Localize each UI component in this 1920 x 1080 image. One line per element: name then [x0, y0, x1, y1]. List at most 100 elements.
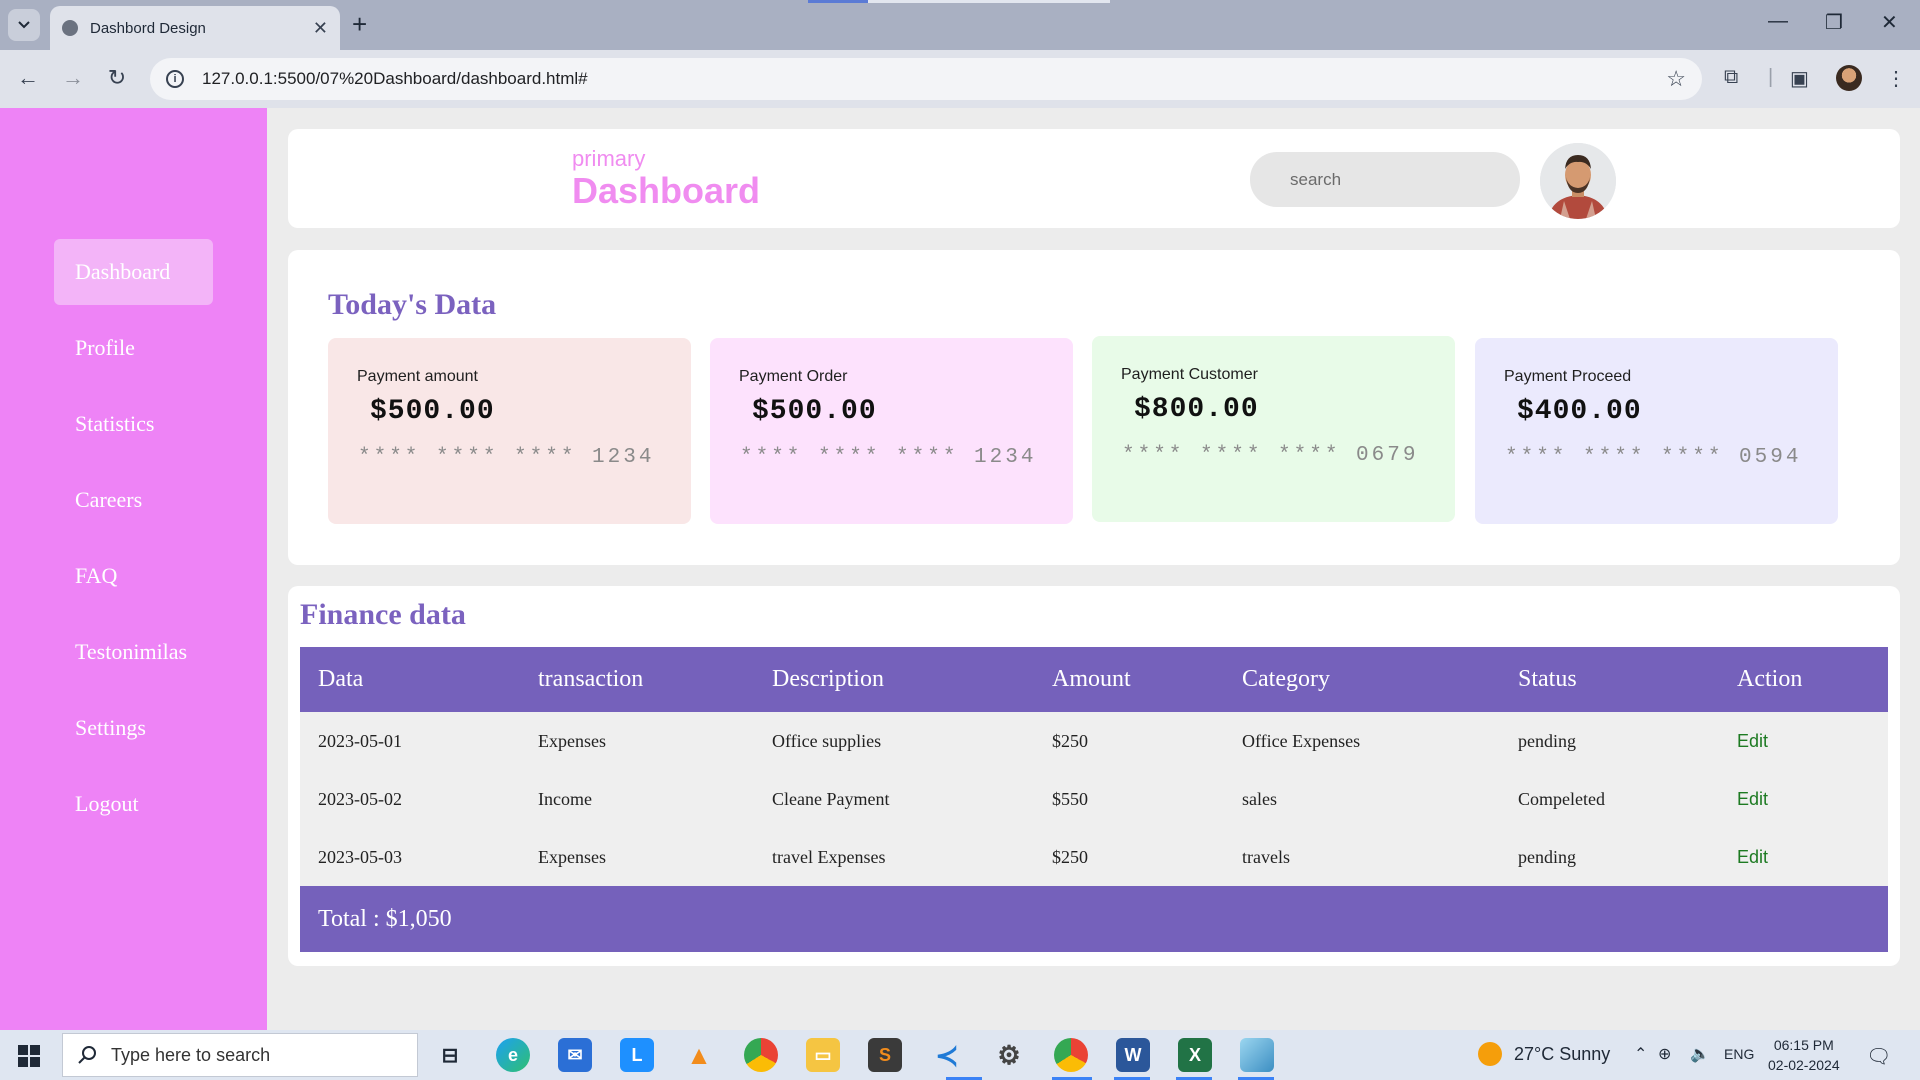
forward-icon[interactable]: → — [59, 65, 87, 91]
sidebar-item-careers[interactable]: Careers — [54, 467, 213, 533]
column-header: Category — [1242, 666, 1330, 692]
clock-time: 06:15 PM — [1773, 1037, 1834, 1053]
restore-icon[interactable]: ❐ — [1825, 10, 1843, 35]
card-amount: $500.00 — [752, 396, 877, 427]
menu-icon[interactable]: ⋮ — [1886, 66, 1906, 91]
extensions-icon[interactable]: ⧉ — [1724, 66, 1738, 89]
card-label: Payment Customer — [1121, 366, 1258, 383]
info-icon[interactable]: i — [166, 70, 184, 88]
language-indicator[interactable]: ENG — [1724, 1046, 1754, 1062]
column-header: Status — [1518, 666, 1577, 692]
table-footer-row: Total : $1,050 — [300, 886, 1888, 952]
cell-status: Compeleted — [1518, 788, 1605, 809]
task-view-icon[interactable]: ⊟ — [433, 1038, 467, 1072]
new-tab-button[interactable]: + — [352, 10, 367, 38]
cell-category: Office Expenses — [1242, 730, 1361, 751]
edit-link[interactable]: Edit — [1719, 828, 1888, 886]
sidebar-item-faq[interactable]: FAQ — [54, 543, 213, 609]
browser-tabstrip: Dashbord Design ✕ + — ❐ ✕ — [0, 0, 1920, 50]
mail-icon[interactable]: ✉ — [558, 1038, 592, 1072]
sidebar-item-dashboard[interactable]: Dashboard — [54, 239, 213, 305]
close-icon[interactable]: ✕ — [313, 18, 328, 39]
excel-icon[interactable]: X — [1178, 1038, 1212, 1072]
chrome-icon[interactable] — [744, 1038, 778, 1072]
header: primary Dashboard — [288, 129, 1900, 228]
address-bar[interactable]: i 127.0.0.1:5500/07%20Dashboard/dashboar… — [150, 58, 1702, 100]
cell-status: pending — [1518, 730, 1576, 751]
chrome-active-icon[interactable] — [1054, 1038, 1088, 1072]
edit-link[interactable]: Edit — [1719, 770, 1888, 828]
card-label: Payment Proceed — [1504, 368, 1632, 385]
settings-gear-icon[interactable]: ⚙ — [992, 1038, 1026, 1072]
sidebar-item-testimonials[interactable]: Testonimilas — [54, 619, 213, 685]
avatar[interactable] — [1540, 143, 1616, 219]
finance-table: Data transaction Description Amount Cate… — [300, 647, 1888, 952]
sidebar-item-profile[interactable]: Profile — [54, 315, 213, 381]
back-icon[interactable]: ← — [14, 65, 42, 91]
globe-icon — [62, 20, 78, 36]
sidebar-item-statistics[interactable]: Statistics — [54, 391, 213, 457]
card-amount: $500.00 — [370, 396, 495, 427]
close-window-icon[interactable]: ✕ — [1881, 10, 1898, 35]
column-header: Description — [772, 666, 884, 692]
finance-data-panel: Finance data Data transaction Descriptio… — [288, 586, 1900, 966]
network-icon[interactable]: ⊕ — [1658, 1044, 1671, 1064]
clock[interactable]: 06:15 PM 02-02-2024 — [1768, 1035, 1840, 1075]
sidebar-item-logout[interactable]: Logout — [54, 771, 213, 837]
notes-app-icon[interactable] — [1240, 1038, 1274, 1072]
cell-amount: $250 — [1052, 730, 1088, 751]
sun-icon — [1478, 1042, 1502, 1066]
column-header: transaction — [538, 666, 644, 692]
l-app-icon[interactable]: L — [620, 1038, 654, 1072]
sublime-icon[interactable]: S — [868, 1038, 902, 1072]
minimize-icon[interactable]: — — [1768, 10, 1788, 33]
cell-transaction: Expenses — [538, 846, 606, 867]
chevron-down-icon — [18, 21, 30, 29]
taskbar: Type here to search ⊟ e ✉ L ▲ ▭ S ≺ ⚙ W … — [0, 1030, 1920, 1080]
table-header-row: Data transaction Description Amount Cate… — [300, 647, 1888, 712]
profile-avatar-icon[interactable] — [1836, 65, 1862, 91]
edge-icon[interactable]: e — [496, 1038, 530, 1072]
tab-indicator-secondary — [868, 0, 1110, 3]
tab-title: Dashbord Design — [90, 19, 206, 37]
payment-proceed-card: Payment Proceed $400.00 **** **** **** 0… — [1475, 338, 1838, 524]
side-panel-icon[interactable]: ▣ — [1790, 66, 1809, 91]
payment-order-card: Payment Order $500.00 **** **** **** 123… — [710, 338, 1073, 524]
vscode-icon[interactable]: ≺ — [930, 1038, 964, 1072]
table-row: 2023-05-02 Income Cleane Payment $550 sa… — [300, 770, 1888, 828]
table-row: 2023-05-03 Expenses travel Expenses $250… — [300, 828, 1888, 886]
page-subtitle: primary — [572, 146, 646, 171]
edit-link[interactable]: Edit — [1719, 712, 1888, 770]
vlc-icon[interactable]: ▲ — [682, 1038, 716, 1072]
weather-text[interactable]: 27°C Sunny — [1514, 1044, 1610, 1065]
clock-date: 02-02-2024 — [1768, 1057, 1840, 1073]
chevron-up-icon[interactable]: ⌃ — [1634, 1044, 1647, 1064]
browser-tab[interactable]: Dashbord Design ✕ — [50, 6, 340, 50]
search-icon — [78, 1046, 96, 1064]
volume-icon[interactable]: 🔈 — [1690, 1044, 1710, 1064]
taskbar-search[interactable]: Type here to search — [62, 1033, 418, 1077]
url-text: 127.0.0.1:5500/07%20Dashboard/dashboard.… — [202, 69, 588, 88]
todays-data-panel: Today's Data Payment amount $500.00 ****… — [288, 250, 1900, 565]
file-explorer-icon[interactable]: ▭ — [806, 1038, 840, 1072]
notifications-icon[interactable]: 🗨 — [1866, 1044, 1891, 1069]
payment-customer-card: Payment Customer $800.00 **** **** **** … — [1092, 336, 1455, 522]
taskbar-search-text: Type here to search — [111, 1044, 271, 1065]
search-input[interactable] — [1250, 152, 1520, 207]
sidebar-item-settings[interactable]: Settings — [54, 695, 213, 761]
cell-date: 2023-05-02 — [318, 788, 402, 809]
card-amount: $400.00 — [1517, 396, 1642, 427]
card-amount: $800.00 — [1134, 394, 1259, 425]
tab-indicator — [808, 0, 868, 3]
cell-description: Cleane Payment — [772, 788, 890, 809]
browser-toolbar: ← → ↻ i 127.0.0.1:5500/07%20Dashboard/da… — [0, 50, 1920, 108]
cell-category: sales — [1242, 788, 1277, 809]
windows-start-icon[interactable] — [18, 1045, 40, 1067]
cell-amount: $550 — [1052, 788, 1088, 809]
reload-icon[interactable]: ↻ — [103, 65, 131, 91]
card-label: Payment amount — [357, 368, 478, 385]
star-icon[interactable]: ☆ — [1666, 66, 1686, 92]
tab-search-button[interactable] — [8, 9, 40, 41]
table-row: 2023-05-01 Expenses Office supplies $250… — [300, 712, 1888, 770]
word-icon[interactable]: W — [1116, 1038, 1150, 1072]
